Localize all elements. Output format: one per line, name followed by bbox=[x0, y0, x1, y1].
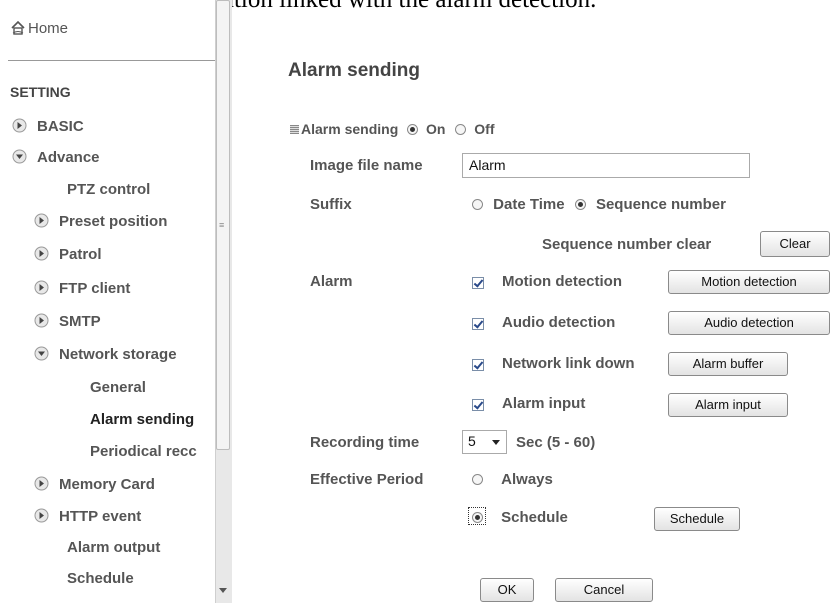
alarm-sending-row: Alarm sending On Off bbox=[290, 121, 494, 137]
suffix-options: Date Time Sequence number bbox=[472, 196, 726, 213]
sidebar: Home SETTING BASIC Advance PTZ control P… bbox=[0, 0, 232, 603]
alarm-sending-off-radio[interactable] bbox=[455, 124, 467, 135]
effective-period-always-label: Always bbox=[501, 471, 553, 488]
image-file-name-input[interactable]: Alarm bbox=[462, 153, 750, 178]
sidebar-item-memory-card[interactable]: Memory Card bbox=[34, 476, 155, 493]
cancel-button[interactable]: Cancel bbox=[555, 578, 653, 602]
sidebar-item-http-event[interactable]: HTTP event bbox=[34, 508, 141, 525]
sequence-clear-button[interactable]: Clear bbox=[760, 231, 830, 257]
audio-detection-checkbox[interactable] bbox=[472, 318, 484, 330]
effective-period-always-radio[interactable] bbox=[472, 474, 483, 485]
sidebar-item-preset-position[interactable]: Preset position bbox=[34, 213, 167, 230]
expand-arrow-icon bbox=[34, 213, 49, 228]
sidebar-item-advance[interactable]: Advance bbox=[12, 149, 100, 166]
sidebar-item-general[interactable]: General bbox=[90, 379, 146, 396]
suffix-label: Suffix bbox=[310, 196, 352, 213]
expand-arrow-icon bbox=[34, 313, 49, 328]
sidebar-item-smtp[interactable]: SMTP bbox=[34, 313, 101, 330]
suffix-sequence-number-radio[interactable] bbox=[574, 199, 586, 210]
main-panel: Alarm sending Alarm sending On Off Image… bbox=[232, 0, 834, 603]
sequence-number-clear-label: Sequence number clear bbox=[542, 236, 712, 253]
alarm-sending-label: Alarm sending bbox=[301, 121, 399, 137]
alarm-input-button[interactable]: Alarm input bbox=[668, 393, 788, 417]
effective-period-schedule: Schedule bbox=[472, 509, 568, 526]
effective-period-label: Effective Period bbox=[310, 471, 424, 488]
expand-arrow-icon bbox=[12, 118, 27, 133]
sidebar-setting-heading: SETTING bbox=[10, 84, 71, 100]
sidebar-item-ftp-client[interactable]: FTP client bbox=[34, 280, 130, 297]
effective-period-schedule-radio[interactable] bbox=[472, 512, 483, 523]
alarm-sending-on-radio[interactable] bbox=[407, 124, 419, 135]
image-file-name-label: Image file name bbox=[310, 157, 423, 174]
alarm-input-checkbox[interactable] bbox=[472, 399, 484, 411]
recording-time-unit: Sec (5 - 60) bbox=[516, 434, 596, 451]
suffix-sequence-number-label: Sequence number bbox=[595, 196, 726, 213]
sidebar-home-link[interactable]: Home bbox=[10, 20, 68, 39]
expand-arrow-icon bbox=[34, 508, 49, 523]
scroll-down-arrow-icon[interactable] bbox=[219, 588, 227, 593]
alarm-sending-off-label: Off bbox=[474, 121, 495, 137]
collapse-arrow-icon bbox=[34, 346, 49, 361]
suffix-date-time-label: Date Time bbox=[493, 196, 565, 213]
effective-period-always: Always bbox=[472, 471, 553, 488]
sidebar-item-basic[interactable]: BASIC bbox=[12, 118, 84, 135]
sidebar-item-ptz-control[interactable]: PTZ control bbox=[67, 181, 150, 198]
expand-arrow-icon bbox=[34, 246, 49, 261]
effective-period-schedule-label: Schedule bbox=[501, 509, 568, 526]
recording-time-label: Recording time bbox=[310, 434, 420, 451]
network-link-down-label: Network link down bbox=[502, 355, 635, 372]
expand-arrow-icon bbox=[34, 280, 49, 295]
alarm-input-label: Alarm input bbox=[502, 395, 586, 412]
motion-detection-checkbox[interactable] bbox=[472, 277, 484, 289]
suffix-date-time-radio[interactable] bbox=[472, 199, 483, 210]
sidebar-item-network-storage[interactable]: Network storage bbox=[34, 346, 177, 363]
ok-button[interactable]: OK bbox=[480, 578, 534, 602]
alarm-sending-on-label: On bbox=[426, 121, 446, 137]
alarm-label: Alarm bbox=[310, 273, 353, 290]
motion-detection-button[interactable]: Motion detection bbox=[668, 270, 830, 294]
home-icon bbox=[10, 20, 26, 39]
page-title: Alarm sending bbox=[288, 60, 420, 81]
schedule-button[interactable]: Schedule bbox=[654, 507, 740, 531]
recording-time-select[interactable]: 5 bbox=[462, 430, 507, 454]
scroll-grip-icon: ≡ bbox=[219, 220, 225, 230]
collapse-arrow-icon bbox=[12, 149, 27, 164]
sidebar-item-alarm-sending[interactable]: Alarm sending bbox=[90, 411, 194, 428]
recording-time-value: 5 bbox=[468, 433, 476, 449]
sidebar-item-alarm-output[interactable]: Alarm output bbox=[67, 539, 160, 556]
network-link-down-checkbox[interactable] bbox=[472, 359, 484, 371]
sidebar-divider bbox=[8, 60, 216, 61]
home-label: Home bbox=[28, 20, 69, 37]
motion-detection-label: Motion detection bbox=[502, 273, 622, 290]
audio-detection-label: Audio detection bbox=[502, 314, 616, 331]
alarm-buffer-button[interactable]: Alarm buffer bbox=[668, 352, 788, 376]
sidebar-item-periodical-recording[interactable]: Periodical recc bbox=[90, 443, 197, 460]
sidebar-item-patrol[interactable]: Patrol bbox=[34, 246, 102, 263]
sidebar-item-schedule[interactable]: Schedule bbox=[67, 570, 134, 587]
audio-detection-button[interactable]: Audio detection bbox=[668, 311, 830, 335]
grid-icon bbox=[290, 125, 299, 134]
dropdown-caret-icon bbox=[492, 440, 500, 445]
expand-arrow-icon bbox=[34, 476, 49, 491]
